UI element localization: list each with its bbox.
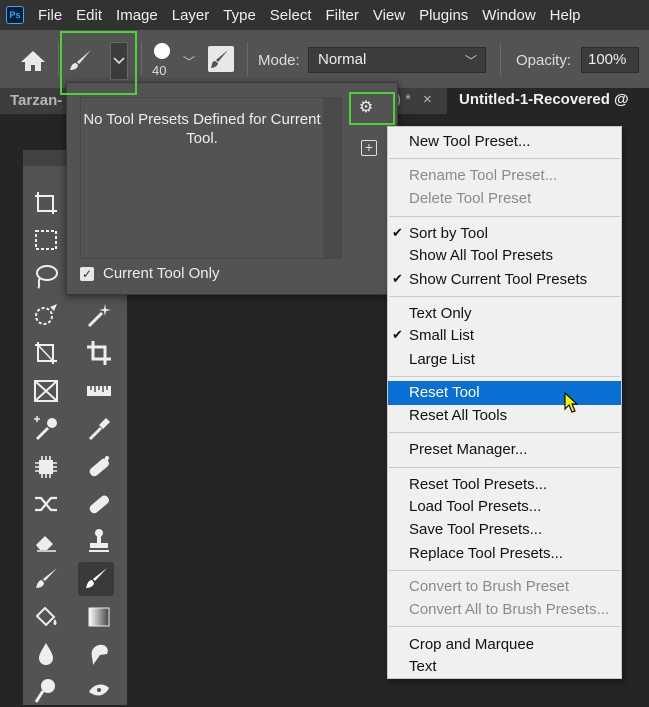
mode-select[interactable]: Normal ﹀ <box>308 47 486 73</box>
ruler-tool-icon[interactable] <box>81 374 117 408</box>
color-sampler-tool-icon[interactable] <box>28 412 64 446</box>
highlight-gear-button <box>349 92 395 125</box>
mode-value: Normal <box>318 51 367 68</box>
tab-untitled-label: Untitled-1-Recovered @ <box>459 91 629 108</box>
current-tool-only-row[interactable]: ✓ Current Tool Only <box>80 265 219 282</box>
brush-tip-preview-icon[interactable] <box>154 43 170 59</box>
gradient-tool-icon[interactable] <box>81 600 117 634</box>
menu-separator <box>389 432 620 433</box>
menu-item-delete-tool-preset: Delete Tool Preset <box>409 190 532 207</box>
checkmark-icon: ✔ <box>392 225 403 240</box>
mode-label: Mode: <box>258 52 300 69</box>
menu-item-load-tool-presets[interactable]: Load Tool Presets... <box>388 496 621 518</box>
chevron-down-icon[interactable]: ﹀ <box>183 53 195 70</box>
spot-healing-brush-icon[interactable] <box>81 450 117 484</box>
tab-untitled[interactable]: Untitled-1-Recovered @ <box>447 88 649 114</box>
dodge-tool-icon[interactable] <box>28 673 64 707</box>
tab-tarzan-suffix: ) * <box>396 91 411 108</box>
photoshop-logo-icon: Ps <box>6 6 24 24</box>
menu-item-rename-tool-preset: Rename Tool Preset... <box>409 167 558 184</box>
object-selection-tool-icon[interactable] <box>28 298 64 332</box>
content-aware-move-tool-icon[interactable] <box>28 487 64 521</box>
frame-tool-icon[interactable] <box>28 374 64 408</box>
menu-type[interactable]: Type <box>223 7 256 24</box>
menu-item-replace-tool-presets[interactable]: Replace Tool Presets... <box>388 543 621 565</box>
current-tool-only-label: Current Tool Only <box>103 265 220 282</box>
menu-item-text-only[interactable]: Text Only <box>388 303 621 325</box>
menu-separator <box>389 216 620 217</box>
pen-tool-icon[interactable] <box>81 673 117 707</box>
menu-window[interactable]: Window <box>482 7 535 24</box>
menu-image[interactable]: Image <box>116 7 158 24</box>
menu-item-reset-tool[interactable]: Reset Tool <box>388 381 621 405</box>
smudge-tool-icon[interactable] <box>81 637 117 671</box>
menu-plugins[interactable]: Plugins <box>419 7 468 24</box>
home-icon[interactable] <box>20 50 46 77</box>
checkmark-icon: ✔ <box>392 327 403 342</box>
menu-bar: Ps File Edit Image Layer Type Select Fil… <box>0 0 649 30</box>
menu-item-convert-all-to-brush-presets: Convert All to Brush Presets... <box>409 601 610 618</box>
crop-tool-icon[interactable] <box>81 336 117 370</box>
menu-separator <box>389 158 620 159</box>
clone-stamp-tool-icon[interactable] <box>81 524 117 558</box>
checkmark-icon: ✔ <box>392 271 403 286</box>
brush-settings-icon[interactable] <box>208 46 234 72</box>
menu-view[interactable]: View <box>373 7 405 24</box>
empty-presets-message: No Tool Presets Defined for Current Tool… <box>83 111 321 147</box>
opacity-field[interactable]: 100% <box>581 47 639 73</box>
magic-wand-tool-icon[interactable] <box>81 298 117 332</box>
brush-size-value: 40 <box>152 63 167 78</box>
menu-item-reset-all-tools[interactable]: Reset All Tools <box>388 405 621 427</box>
menu-separator <box>389 467 620 468</box>
menu-item-text[interactable]: Text <box>388 656 621 678</box>
brush-tool-icon[interactable] <box>78 562 114 596</box>
menu-file[interactable]: File <box>38 7 62 24</box>
menu-separator <box>389 570 620 571</box>
divider <box>247 42 248 76</box>
perspective-crop-tool-icon[interactable] <box>28 336 64 370</box>
menu-item-save-tool-presets[interactable]: Save Tool Presets... <box>388 519 621 541</box>
presets-scrollbar[interactable] <box>323 97 341 259</box>
tab-close-icon[interactable]: × <box>423 91 432 108</box>
history-brush-tool-icon[interactable] <box>28 562 64 596</box>
rectangular-marquee-tool-icon[interactable] <box>28 223 64 257</box>
menu-edit[interactable]: Edit <box>76 7 102 24</box>
chip-tool-icon[interactable] <box>28 450 64 484</box>
divider <box>500 42 501 76</box>
menu-select[interactable]: Select <box>270 7 312 24</box>
menu-item-show-all-tool-presets[interactable]: Show All Tool Presets <box>388 245 621 267</box>
blur-tool-icon[interactable] <box>28 637 64 671</box>
eyedropper-tool-icon[interactable] <box>81 412 117 446</box>
menu-help[interactable]: Help <box>550 7 581 24</box>
artboard-tool-icon[interactable] <box>28 186 64 220</box>
mouse-cursor-icon <box>563 391 579 419</box>
lasso-tool-icon[interactable] <box>28 259 64 293</box>
menu-separator <box>389 626 620 627</box>
paint-bucket-tool-icon[interactable] <box>28 600 64 634</box>
menu-item-show-current-tool-presets[interactable]: ✔ Show Current Tool Presets <box>388 269 621 291</box>
menu-separator <box>389 296 620 297</box>
healing-brush-tool-icon[interactable] <box>81 487 117 521</box>
menu-item-preset-manager[interactable]: Preset Manager... <box>388 439 621 461</box>
menu-item-convert-to-brush-preset: Convert to Brush Preset <box>409 578 570 595</box>
presets-context-menu: New Tool Preset... Rename Tool Preset...… <box>387 126 622 679</box>
menu-item-large-list[interactable]: Large List <box>388 349 621 371</box>
menu-item-crop-and-marquee[interactable]: Crop and Marquee <box>388 634 621 656</box>
eraser-tool-icon[interactable] <box>28 524 64 558</box>
menu-item-reset-tool-presets[interactable]: Reset Tool Presets... <box>388 474 621 496</box>
menu-item-small-list[interactable]: ✔ Small List <box>388 325 621 347</box>
menu-filter[interactable]: Filter <box>326 7 359 24</box>
menu-item-sort-by-tool[interactable]: ✔ Sort by Tool <box>388 223 621 245</box>
menu-layer[interactable]: Layer <box>172 7 210 24</box>
divider <box>141 42 142 76</box>
menu-separator <box>389 376 620 377</box>
divider <box>58 42 59 76</box>
chevron-down-icon: ﹀ <box>464 54 477 68</box>
new-preset-icon[interactable]: + <box>361 140 377 156</box>
opacity-label: Opacity: <box>516 52 572 69</box>
current-tool-only-checkbox[interactable]: ✓ <box>80 266 94 281</box>
tab-tarzan[interactable]: Tarzan- <box>10 92 62 109</box>
highlight-preset-picker <box>60 31 137 95</box>
menu-item-new-tool-preset[interactable]: New Tool Preset... <box>388 131 621 153</box>
